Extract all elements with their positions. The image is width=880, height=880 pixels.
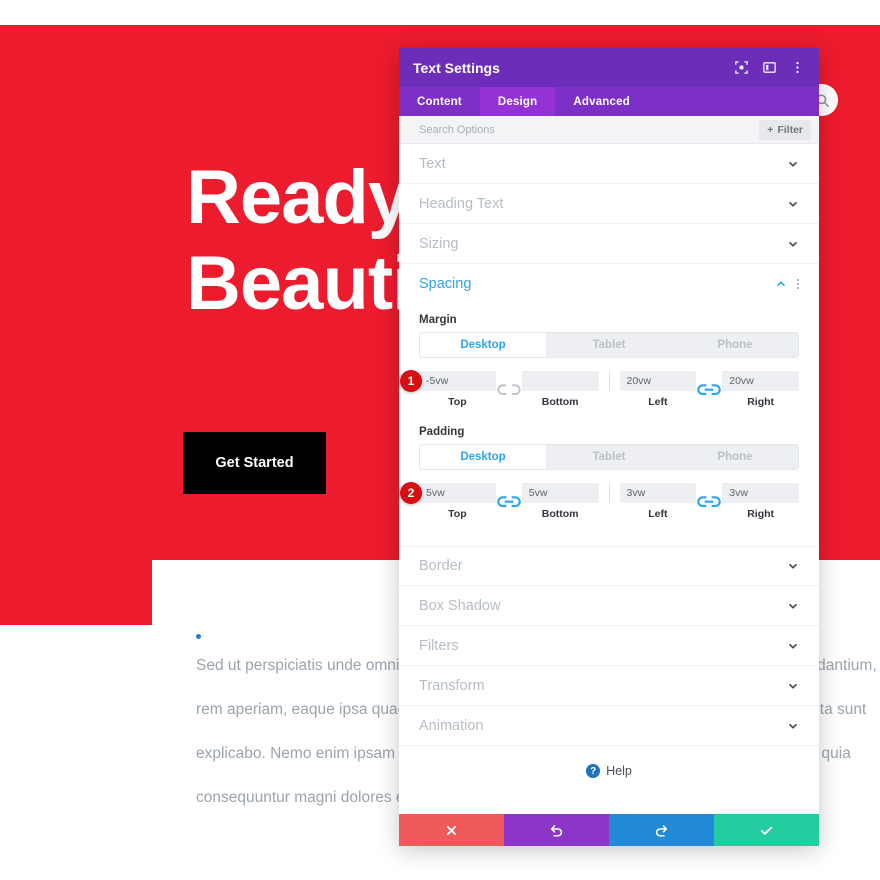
chevron-down-icon [787, 198, 799, 210]
padding-right-input[interactable]: 3vw [722, 483, 799, 503]
more-vertical-icon[interactable] [790, 60, 805, 75]
padding-left-label: Left [648, 508, 668, 520]
redo-icon [655, 824, 668, 837]
padding-right-label: Right [747, 508, 775, 520]
bullet-dot-icon [196, 634, 201, 639]
modal-title: Text Settings [413, 59, 500, 76]
padding-group: Padding Desktop Tablet Phone 2 5vw Top 5… [399, 412, 819, 524]
check-icon [760, 826, 773, 835]
chevron-down-icon [787, 238, 799, 250]
link-icon[interactable] [496, 493, 522, 510]
padding-device-desktop[interactable]: Desktop [420, 445, 546, 469]
margin-device-tablet[interactable]: Tablet [546, 333, 672, 357]
padding-device-toggle: Desktop Tablet Phone [419, 444, 799, 470]
padding-bottom-label: Bottom [541, 508, 579, 520]
help-label: Help [606, 764, 632, 778]
focus-icon[interactable] [734, 60, 749, 75]
link-broken-icon[interactable] [496, 381, 522, 398]
accordion-sizing[interactable]: Sizing [399, 224, 819, 264]
plus-icon: + [767, 123, 774, 136]
search-options-bar: Search Options + Filter [399, 116, 819, 144]
margin-top-label: Top [448, 396, 467, 408]
margin-device-desktop[interactable]: Desktop [420, 333, 546, 357]
accordion-heading-text[interactable]: Heading Text [399, 184, 819, 224]
chevron-up-icon [775, 278, 787, 290]
help-link[interactable]: ? Help [399, 746, 819, 796]
accordion-filters[interactable]: Filters [399, 626, 819, 666]
padding-fields: 2 5vw Top 5vw Bottom 3vw Left 3vw Right [400, 482, 799, 520]
screen: Ready to Beautiful Get Started Sed ut pe… [0, 0, 880, 880]
tab-content[interactable]: Content [399, 87, 480, 116]
redo-button[interactable] [609, 814, 714, 846]
chevron-down-icon [787, 560, 799, 572]
accordion-animation[interactable]: Animation [399, 706, 819, 746]
link-icon[interactable] [696, 493, 722, 510]
margin-bottom-input[interactable] [521, 371, 599, 391]
chevron-down-icon [787, 640, 799, 652]
margin-fields: 1 -5vw Top Bottom 20vw Left 20vw Right [400, 370, 799, 408]
field-divider [608, 483, 610, 503]
margin-bottom-label: Bottom [541, 396, 579, 408]
accordion-box-shadow[interactable]: Box Shadow [399, 586, 819, 626]
accordion-border[interactable]: Border [399, 546, 819, 586]
padding-label: Padding [419, 426, 465, 438]
margin-top-input[interactable]: -5vw [419, 371, 496, 391]
cancel-button[interactable] [399, 814, 504, 846]
question-icon: ? [586, 764, 601, 778]
step-badge-1: 1 [400, 370, 422, 392]
step-badge-2: 2 [400, 482, 422, 504]
modal-header: Text Settings [399, 48, 819, 87]
padding-top-input[interactable]: 5vw [419, 483, 496, 503]
margin-device-phone[interactable]: Phone [672, 333, 798, 357]
margin-device-toggle: Desktop Tablet Phone [419, 332, 799, 358]
hero-step-block [0, 560, 152, 625]
undo-icon [550, 824, 563, 837]
margin-group: Margin Desktop Tablet Phone 1 -5vw Top B… [399, 304, 819, 412]
modal-action-bar [399, 814, 819, 846]
chevron-down-icon [787, 680, 799, 692]
layout-panel-icon[interactable] [762, 60, 777, 75]
field-divider [608, 371, 610, 391]
padding-top-label: Top [448, 508, 467, 520]
spacing-more-icon[interactable] [797, 279, 799, 289]
margin-left-input[interactable]: 20vw [619, 371, 697, 391]
close-icon [446, 825, 457, 835]
padding-device-tablet[interactable]: Tablet [546, 445, 672, 469]
chevron-down-icon [787, 600, 799, 612]
get-started-button[interactable]: Get Started [183, 432, 326, 494]
undo-button[interactable] [504, 814, 609, 846]
tab-design[interactable]: Design [479, 87, 556, 116]
padding-bottom-input[interactable]: 5vw [521, 483, 599, 503]
accordion-spacing[interactable]: Spacing [399, 264, 819, 304]
chevron-down-icon [787, 158, 799, 170]
modal-tabs: Content Design Advanced [399, 87, 819, 116]
save-button[interactable] [714, 814, 819, 846]
padding-left-input[interactable]: 3vw [619, 483, 697, 503]
text-settings-modal: Text Settings Content Design Advanced Se… [399, 48, 819, 846]
tab-advanced[interactable]: Advanced [555, 87, 648, 116]
filter-button[interactable]: + Filter [759, 119, 811, 140]
margin-left-label: Left [648, 396, 668, 408]
margin-right-input[interactable]: 20vw [722, 371, 799, 391]
accordion-text[interactable]: Text [399, 144, 819, 184]
get-started-label: Get Started [215, 455, 294, 471]
padding-device-phone[interactable]: Phone [672, 445, 798, 469]
margin-label: Margin [419, 314, 457, 326]
filter-label: Filter [777, 123, 803, 136]
accordion-transform[interactable]: Transform [399, 666, 819, 706]
chevron-down-icon [787, 720, 799, 732]
search-options-input[interactable]: Search Options [419, 124, 759, 136]
margin-right-label: Right [747, 396, 775, 408]
link-icon[interactable] [696, 381, 722, 398]
settings-scroll-area[interactable]: Text Heading Text Sizing Spacing Margin … [399, 144, 819, 814]
